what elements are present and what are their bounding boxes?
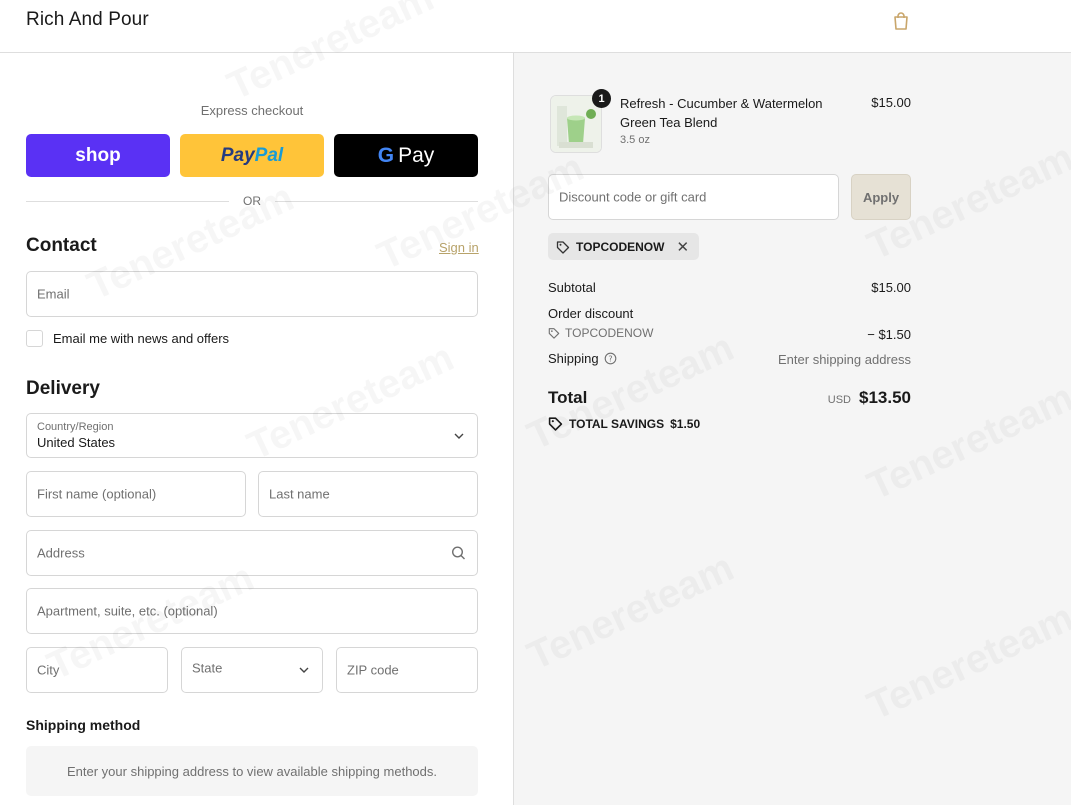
help-icon[interactable]: ? bbox=[604, 352, 617, 365]
svg-text:?: ? bbox=[608, 355, 612, 364]
shipping-value: Enter shipping address bbox=[778, 352, 911, 367]
address-placeholder: Address bbox=[37, 545, 85, 561]
google-g-icon: G bbox=[377, 143, 395, 167]
order-discount-value: − $1.50 bbox=[867, 327, 911, 342]
shipping-method-title: Shipping method bbox=[26, 717, 141, 733]
shipping-method-message: Enter your shipping address to view avai… bbox=[26, 746, 478, 796]
apartment-placeholder: Apartment, suite, etc. (optional) bbox=[37, 603, 218, 619]
delivery-title: Delivery bbox=[26, 378, 100, 399]
city-field[interactable]: City bbox=[26, 647, 168, 693]
last-name-field[interactable]: Last name bbox=[258, 471, 478, 517]
chevron-down-icon bbox=[299, 667, 309, 673]
product-name: Refresh - Cucumber & Watermelon Green Te… bbox=[620, 96, 823, 130]
state-placeholder: State bbox=[192, 660, 223, 676]
search-icon bbox=[451, 546, 465, 560]
shopping-bag-icon[interactable] bbox=[890, 10, 912, 32]
last-name-placeholder: Last name bbox=[269, 486, 330, 502]
discount-code-field[interactable]: Discount code or gift card bbox=[548, 174, 839, 220]
zip-placeholder: ZIP code bbox=[347, 662, 399, 678]
savings-value: $1.50 bbox=[670, 416, 701, 431]
order-discount-label: Order discount bbox=[548, 306, 634, 321]
email-field[interactable]: Email bbox=[26, 271, 478, 317]
total-value-group: USD $13.50 bbox=[828, 388, 911, 408]
product-price: $15.00 bbox=[871, 95, 911, 110]
paypal-button[interactable]: Pay Pal bbox=[180, 134, 324, 177]
apartment-field[interactable]: Apartment, suite, etc. (optional) bbox=[26, 588, 478, 634]
newsletter-option: Email me with news and offers bbox=[26, 330, 229, 347]
contact-title: Contact bbox=[26, 235, 97, 256]
country-label: Country/Region bbox=[37, 421, 114, 433]
store-brand[interactable]: Rich And Pour bbox=[26, 9, 149, 31]
or-divider: OR bbox=[26, 192, 478, 210]
apply-label: Apply bbox=[862, 189, 900, 205]
paypal-label-part2: Pal bbox=[254, 144, 284, 166]
applied-code-text: TOPCODENOW bbox=[576, 239, 665, 254]
discount-placeholder: Discount code or gift card bbox=[559, 189, 707, 205]
product-variant: 3.5 oz bbox=[620, 134, 650, 146]
first-name-field[interactable]: First name (optional) bbox=[26, 471, 246, 517]
currency-code: USD bbox=[827, 394, 851, 406]
shipping-label: Shipping bbox=[548, 351, 599, 366]
tag-icon bbox=[556, 240, 570, 254]
header: Rich And Pour bbox=[0, 0, 1071, 53]
tag-icon bbox=[548, 328, 560, 339]
order-discount-code-row: TOPCODENOW bbox=[548, 326, 653, 340]
quantity-badge: 1 bbox=[592, 89, 611, 108]
order-discount-code: TOPCODENOW bbox=[565, 326, 654, 340]
newsletter-checkbox[interactable] bbox=[26, 330, 43, 347]
shipping-row-label: Shipping ? bbox=[548, 351, 617, 366]
country-value: United States bbox=[37, 435, 116, 450]
country-select[interactable]: Country/Region United States bbox=[26, 413, 478, 458]
total-amount: $13.50 bbox=[859, 388, 911, 407]
google-pay-button[interactable]: G Pay bbox=[334, 134, 478, 177]
city-placeholder: City bbox=[37, 662, 60, 678]
or-text: OR bbox=[243, 194, 261, 208]
first-name-placeholder: First name (optional) bbox=[37, 486, 157, 502]
total-savings-row: TOTAL SAVINGS $1.50 bbox=[548, 416, 700, 431]
total-label: Total bbox=[548, 388, 588, 407]
checkout-page: Rich And Pour Express checkout shop Pay P… bbox=[0, 0, 1071, 805]
newsletter-label: Email me with news and offers bbox=[53, 331, 230, 346]
apply-discount-button[interactable]: Apply bbox=[851, 174, 911, 220]
remove-code-icon[interactable]: ✕ bbox=[676, 238, 689, 256]
savings-tag-icon bbox=[548, 417, 563, 431]
chevron-down-icon bbox=[454, 433, 464, 439]
paypal-label-part1: Pay bbox=[220, 144, 255, 166]
express-checkout-label: Express checkout bbox=[200, 103, 304, 118]
subtotal-value: $15.00 bbox=[871, 280, 911, 295]
subtotal-label: Subtotal bbox=[548, 280, 596, 295]
address-field[interactable]: Address bbox=[26, 530, 478, 576]
divider-line bbox=[26, 200, 229, 202]
sign-in-link[interactable]: Sign in bbox=[439, 240, 479, 255]
email-placeholder: Email bbox=[37, 286, 70, 302]
divider-line bbox=[275, 200, 478, 202]
shipping-method-text: Enter your shipping address to view avai… bbox=[67, 763, 437, 779]
savings-label: TOTAL SAVINGS bbox=[569, 416, 665, 431]
google-pay-label: Pay bbox=[398, 143, 435, 167]
shop-pay-label: shop bbox=[75, 144, 121, 166]
zip-field[interactable]: ZIP code bbox=[336, 647, 478, 693]
applied-discount-chip: TOPCODENOW ✕ bbox=[548, 233, 700, 260]
shop-pay-button[interactable]: shop bbox=[26, 134, 170, 177]
state-select[interactable]: State bbox=[181, 647, 323, 693]
